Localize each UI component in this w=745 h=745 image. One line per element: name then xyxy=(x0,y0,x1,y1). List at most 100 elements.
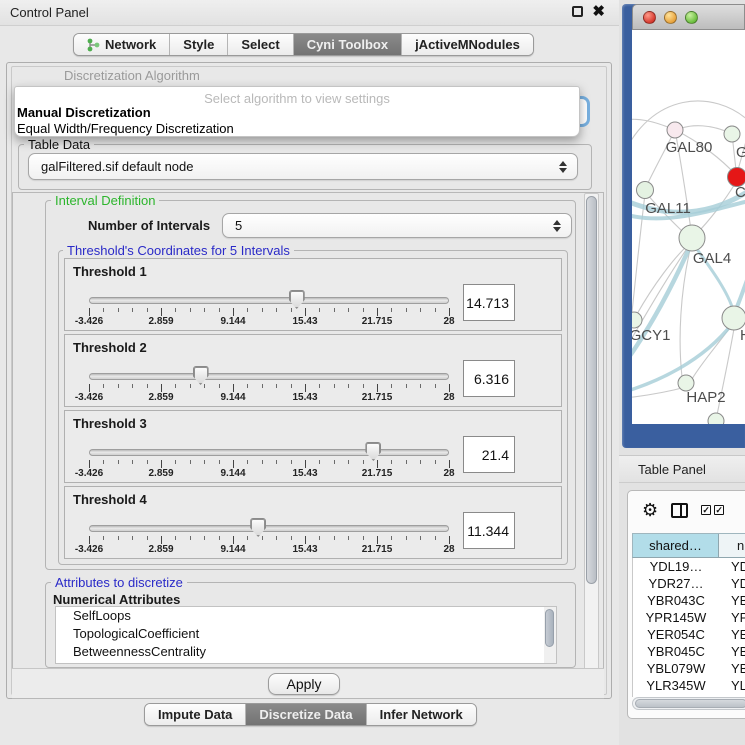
tab-select[interactable]: Select xyxy=(228,34,293,55)
table-row[interactable]: YBR043C YBR0 xyxy=(633,592,745,609)
tick-mark xyxy=(262,384,263,388)
table-row[interactable]: YPR145W YPR1 xyxy=(633,609,745,626)
attribute-list-item[interactable]: BetweennessCentrality xyxy=(56,643,556,661)
tab-label: Style xyxy=(183,37,214,52)
network-node[interactable] xyxy=(632,312,642,328)
dropdown-item-equal-width[interactable]: Equal Width/Frequency Discretization xyxy=(17,121,234,136)
tab-impute-data[interactable]: Impute Data xyxy=(145,704,246,725)
network-edge-thick[interactable] xyxy=(735,262,745,312)
number-of-intervals-combobox[interactable]: 5 xyxy=(222,213,572,238)
network-node-label: GAL80 xyxy=(666,139,713,156)
zoom-window-icon[interactable] xyxy=(685,11,698,24)
vertical-scrollbar-thumb[interactable] xyxy=(586,196,597,584)
attribute-list-item[interactable]: TopologicalCoefficient xyxy=(56,625,556,643)
tick-mark xyxy=(233,308,234,316)
tick-mark xyxy=(118,384,119,388)
tick-mark xyxy=(348,308,349,312)
tick-label: 28 xyxy=(443,392,454,403)
tick-mark xyxy=(89,384,90,392)
slider-track[interactable] xyxy=(89,449,449,456)
tab-infer-network[interactable]: Infer Network xyxy=(367,704,476,725)
slider-track[interactable] xyxy=(89,525,449,532)
split-columns-icon[interactable] xyxy=(671,503,688,518)
threshold-value-field[interactable]: 11.344 xyxy=(463,512,515,549)
close-panel-icon[interactable]: ✖ xyxy=(592,6,605,17)
column-header-name[interactable]: n xyxy=(719,534,745,557)
table-row[interactable]: YBR045C YBR0 xyxy=(633,643,745,660)
tick-label: 21.715 xyxy=(362,544,393,555)
gear-icon[interactable]: ⚙ xyxy=(642,501,658,519)
network-node[interactable] xyxy=(708,413,724,424)
algorithm-dropdown-popup: Select algorithm to view settings Manual… xyxy=(14,86,580,137)
minimize-window-icon[interactable] xyxy=(664,11,677,24)
cell-shared-name: YPR145W xyxy=(633,609,719,626)
network-node[interactable] xyxy=(724,126,740,142)
network-edge[interactable] xyxy=(632,194,645,312)
cell-name: YPR1 xyxy=(719,609,745,626)
threshold-value-field[interactable]: 6.316 xyxy=(463,360,515,397)
apply-button[interactable]: Apply xyxy=(268,673,340,695)
attribute-list-item[interactable]: SelfLoops xyxy=(56,607,556,625)
tick-mark xyxy=(219,384,220,388)
tick-mark xyxy=(247,460,248,464)
tick-mark xyxy=(319,308,320,312)
attributes-list-scrollbar[interactable] xyxy=(544,607,556,663)
threshold-label: Threshold 3 xyxy=(73,416,147,431)
tick-label: 21.715 xyxy=(362,392,393,403)
network-canvas[interactable]: GAL80G.CGAL11GAL4GCY1HHAP2 xyxy=(632,30,745,424)
tab-style[interactable]: Style xyxy=(170,34,228,55)
cell-shared-name: YBR043C xyxy=(633,592,719,609)
numerical-attributes-list[interactable]: SelfLoopsTopologicalCoefficientBetweenne… xyxy=(55,606,557,664)
float-panel-icon[interactable] xyxy=(572,6,583,17)
table-horizontal-scrollbar-thumb[interactable] xyxy=(635,699,745,708)
table-row[interactable]: YER054C YER0 xyxy=(633,626,745,643)
vertical-scrollbar[interactable] xyxy=(584,193,599,698)
network-node[interactable] xyxy=(637,182,654,199)
slider-thumb[interactable] xyxy=(289,290,305,309)
attributes-list-scrollbar-thumb[interactable] xyxy=(545,609,554,647)
table-row[interactable]: YDL19… YDL1 xyxy=(633,558,745,575)
slider-track[interactable] xyxy=(89,373,449,380)
tick-mark xyxy=(161,460,162,468)
tick-mark xyxy=(406,308,407,312)
slider-track[interactable] xyxy=(89,297,449,304)
column-visibility-icons[interactable]: ✓ ✓ xyxy=(701,505,724,515)
table-row[interactable]: YBL079W YBL0 xyxy=(633,660,745,677)
tick-label: -3.426 xyxy=(75,544,103,555)
dropdown-item-manual[interactable]: Manual Discretization xyxy=(17,105,151,120)
checkbox-icon[interactable]: ✓ xyxy=(701,505,711,515)
threshold-value-field[interactable]: 14.713 xyxy=(463,284,515,321)
close-window-icon[interactable] xyxy=(643,11,656,24)
numerical-attributes-label: Numerical Attributes xyxy=(49,592,184,607)
tick-mark xyxy=(161,308,162,316)
tick-mark xyxy=(276,308,277,312)
table-row[interactable]: YLR345W YLR3 xyxy=(633,677,745,694)
threshold-label: Threshold 1 xyxy=(73,264,147,279)
slider-thumb[interactable] xyxy=(250,518,266,537)
table-row[interactable]: YDR27… YDR2 xyxy=(633,575,745,592)
slider-ticks xyxy=(89,460,449,468)
tab-cyni-toolbox[interactable]: Cyni Toolbox xyxy=(294,34,402,55)
table-data-combobox[interactable]: galFiltered.sif default node xyxy=(28,153,578,180)
table-horizontal-scrollbar[interactable] xyxy=(632,697,745,710)
tick-mark xyxy=(420,308,421,312)
network-node[interactable] xyxy=(667,122,683,138)
column-header-shared-name[interactable]: shared… xyxy=(633,534,719,557)
checkbox-icon[interactable]: ✓ xyxy=(714,505,724,515)
slider-thumb[interactable] xyxy=(365,442,381,461)
network-edge-thick[interactable] xyxy=(632,242,692,364)
network-edge[interactable] xyxy=(632,387,686,398)
slider-thumb[interactable] xyxy=(193,366,209,385)
tab-jactivemnodules[interactable]: jActiveMNodules xyxy=(402,34,533,55)
control-panel-titlebar: Control Panel xyxy=(0,0,619,26)
threshold-value-field[interactable]: 21.4 xyxy=(463,436,515,473)
tick-mark xyxy=(204,536,205,540)
tick-mark xyxy=(377,308,378,316)
tick-mark xyxy=(449,460,450,468)
network-node[interactable] xyxy=(679,225,705,251)
tick-label: 21.715 xyxy=(362,468,393,479)
tab-network[interactable]: Network xyxy=(74,34,170,55)
tick-mark xyxy=(291,460,292,464)
tab-discretize-data[interactable]: Discretize Data xyxy=(246,704,366,725)
network-window-titlebar[interactable] xyxy=(632,4,745,30)
